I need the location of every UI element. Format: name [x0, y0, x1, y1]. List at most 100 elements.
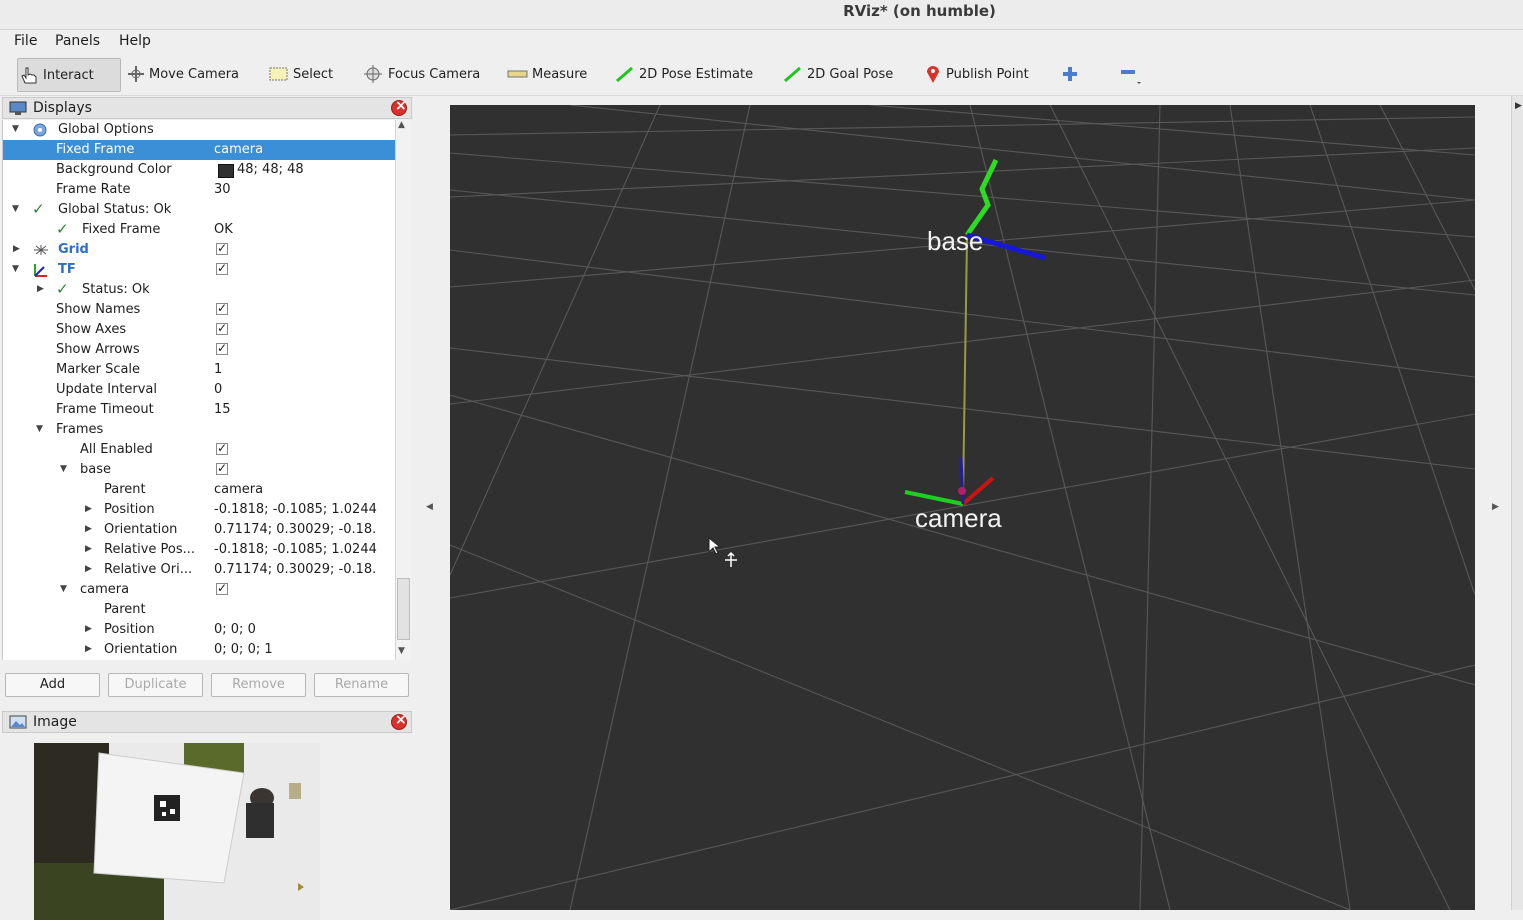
tree-row-base-relative-orientation[interactable]: ▶ Relative Ori... 0.71174; 0.30029; -0.1…	[3, 560, 396, 580]
marker-scale-value[interactable]: 1	[214, 362, 394, 377]
tree-row-frame-timeout[interactable]: Frame Timeout 15	[3, 400, 396, 420]
scrollbar-thumb[interactable]	[397, 578, 410, 640]
show-names-checkbox[interactable]	[216, 301, 228, 315]
tree-row-grid[interactable]: ▶ Grid	[3, 240, 396, 260]
tree-row-tf-status[interactable]: ▶ ✓ Status: Ok	[3, 280, 396, 300]
expand-down-icon[interactable]: ▼	[12, 124, 19, 134]
select-tool-button[interactable]: Select	[268, 58, 333, 90]
expand-right-icon[interactable]: ▶	[37, 284, 44, 294]
close-image-icon[interactable]	[391, 712, 407, 730]
tree-label: Orientation	[104, 522, 178, 537]
tree-row-show-axes[interactable]: Show Axes	[3, 320, 396, 340]
gear-icon	[33, 123, 47, 137]
duplicate-display-button[interactable]: Duplicate	[108, 673, 203, 697]
tree-row-camera-orientation[interactable]: ▶ Orientation 0; 0; 0; 1	[3, 640, 396, 660]
expand-right-icon[interactable]: ▶	[85, 524, 92, 534]
frame-rate-value[interactable]: 30	[214, 182, 394, 197]
tree-label: TF	[58, 262, 76, 277]
expand-right-icon[interactable]: ▶	[85, 644, 92, 654]
pose-estimate-label: 2D Pose Estimate	[639, 66, 754, 82]
tree-row-global-status[interactable]: ▼ ✓ Global Status: Ok	[3, 200, 396, 220]
tree-label: Position	[104, 622, 155, 637]
base-frame-checkbox[interactable]	[216, 461, 228, 475]
background-color-value[interactable]: 48; 48; 48	[237, 162, 396, 177]
all-enabled-checkbox[interactable]	[216, 441, 228, 455]
expand-down-icon[interactable]: ▼	[60, 464, 67, 474]
show-arrows-checkbox[interactable]	[216, 341, 228, 355]
tree-label: camera	[80, 582, 130, 597]
mouse-cursor-icon	[708, 536, 737, 567]
measure-tool-button[interactable]: Measure	[507, 58, 587, 90]
render-viewport[interactable]: base camera	[450, 105, 1475, 910]
expand-right-icon[interactable]: ▶	[85, 564, 92, 574]
focus-camera-tool-button[interactable]: Focus Camera	[363, 58, 480, 90]
tree-row-background-color[interactable]: Background Color 48; 48; 48	[3, 160, 396, 180]
collapse-left-icon[interactable]: ◀	[426, 502, 433, 512]
move-camera-label: Move Camera	[149, 66, 240, 82]
tree-label: base	[80, 462, 111, 477]
check-ok-icon: ✓	[56, 220, 69, 238]
tree-row-camera-parent[interactable]: Parent	[3, 600, 396, 620]
tree-row-global-options[interactable]: ▼ Global Options	[3, 120, 396, 140]
tf-enabled-checkbox[interactable]	[216, 261, 228, 275]
update-interval-value[interactable]: 0	[214, 382, 394, 397]
scroll-up-icon[interactable]: ▲	[398, 120, 405, 130]
pose-estimate-tool-button[interactable]: 2D Pose Estimate	[614, 58, 753, 90]
add-display-button[interactable]: Add	[5, 673, 100, 697]
interact-tool-button[interactable]: Interact	[17, 58, 121, 92]
tree-label: Frame Rate	[56, 182, 131, 197]
tree-row-camera[interactable]: ▼ camera	[3, 580, 396, 600]
tree-row-camera-position[interactable]: ▶ Position 0; 0; 0	[3, 620, 396, 640]
tree-row-status-fixed-frame[interactable]: ✓ Fixed Frame OK	[3, 220, 396, 240]
camera-orientation-value: 0; 0; 0; 1	[214, 642, 273, 657]
tree-row-update-interval[interactable]: Update Interval 0	[3, 380, 396, 400]
expand-right-icon[interactable]: ▶	[1515, 101, 1522, 111]
tree-label: Show Names	[56, 302, 141, 317]
interact-label: Interact	[43, 67, 94, 83]
expand-down-icon[interactable]: ▼	[12, 264, 19, 274]
remove-display-button[interactable]: Remove	[211, 673, 306, 697]
menu-panels[interactable]: Panels	[55, 33, 100, 49]
move-camera-icon	[128, 66, 144, 82]
tree-row-base[interactable]: ▼ base	[3, 460, 396, 480]
scroll-down-icon[interactable]: ▼	[398, 646, 405, 656]
publish-point-tool-button[interactable]: Publish Point	[923, 58, 1029, 90]
expand-down-icon[interactable]: ▼	[60, 584, 67, 594]
tree-row-base-orientation[interactable]: ▶ Orientation 0.71174; 0.30029; -0.18.	[3, 520, 396, 540]
image-panel-area	[2, 733, 412, 920]
tree-row-frame-rate[interactable]: Frame Rate 30	[3, 180, 396, 200]
expand-right-icon[interactable]: ▶	[85, 624, 92, 634]
image-title: Image	[33, 714, 77, 730]
tree-row-all-enabled[interactable]: All Enabled	[3, 440, 396, 460]
fixed-frame-value[interactable]: camera	[214, 142, 394, 157]
tree-row-marker-scale[interactable]: Marker Scale 1	[3, 360, 396, 380]
show-axes-checkbox[interactable]	[216, 321, 228, 335]
tree-row-fixed-frame[interactable]: Fixed Frame camera	[3, 140, 396, 160]
tree-row-frames[interactable]: ▼ Frames	[3, 420, 396, 440]
rename-display-button[interactable]: Rename	[314, 673, 409, 697]
camera-frame-checkbox[interactable]	[216, 581, 228, 595]
menu-file[interactable]: File	[14, 33, 37, 49]
tree-row-show-arrows[interactable]: Show Arrows	[3, 340, 396, 360]
tree-row-base-relative-position[interactable]: ▶ Relative Pos... -0.1818; -0.1085; 1.02…	[3, 540, 396, 560]
close-displays-icon[interactable]	[391, 98, 407, 116]
remove-tool-button[interactable]	[1118, 58, 1147, 90]
tree-row-base-position[interactable]: ▶ Position -0.1818; -0.1085; 1.0244	[3, 500, 396, 520]
collapse-right-icon[interactable]: ▶	[1492, 502, 1499, 512]
tree-row-base-parent[interactable]: Parent camera	[3, 480, 396, 500]
move-camera-tool-button[interactable]: Move Camera	[126, 58, 239, 90]
grid-enabled-checkbox[interactable]	[216, 241, 228, 255]
menu-help[interactable]: Help	[119, 33, 151, 49]
right-dock-strip[interactable]: ▶	[1511, 96, 1523, 910]
tree-row-tf[interactable]: ▼ TF	[3, 260, 396, 280]
expand-down-icon[interactable]: ▼	[12, 204, 19, 214]
expand-right-icon[interactable]: ▶	[85, 504, 92, 514]
goal-pose-tool-button[interactable]: 2D Goal Pose	[782, 58, 893, 90]
tree-row-show-names[interactable]: Show Names	[3, 300, 396, 320]
tree-scrollbar[interactable]: ▲ ▼	[395, 120, 411, 660]
expand-down-icon[interactable]: ▼	[36, 424, 43, 434]
add-tool-button[interactable]	[1060, 58, 1083, 90]
expand-right-icon[interactable]: ▶	[13, 244, 20, 254]
frame-timeout-value[interactable]: 15	[214, 402, 394, 417]
expand-right-icon[interactable]: ▶	[85, 544, 92, 554]
